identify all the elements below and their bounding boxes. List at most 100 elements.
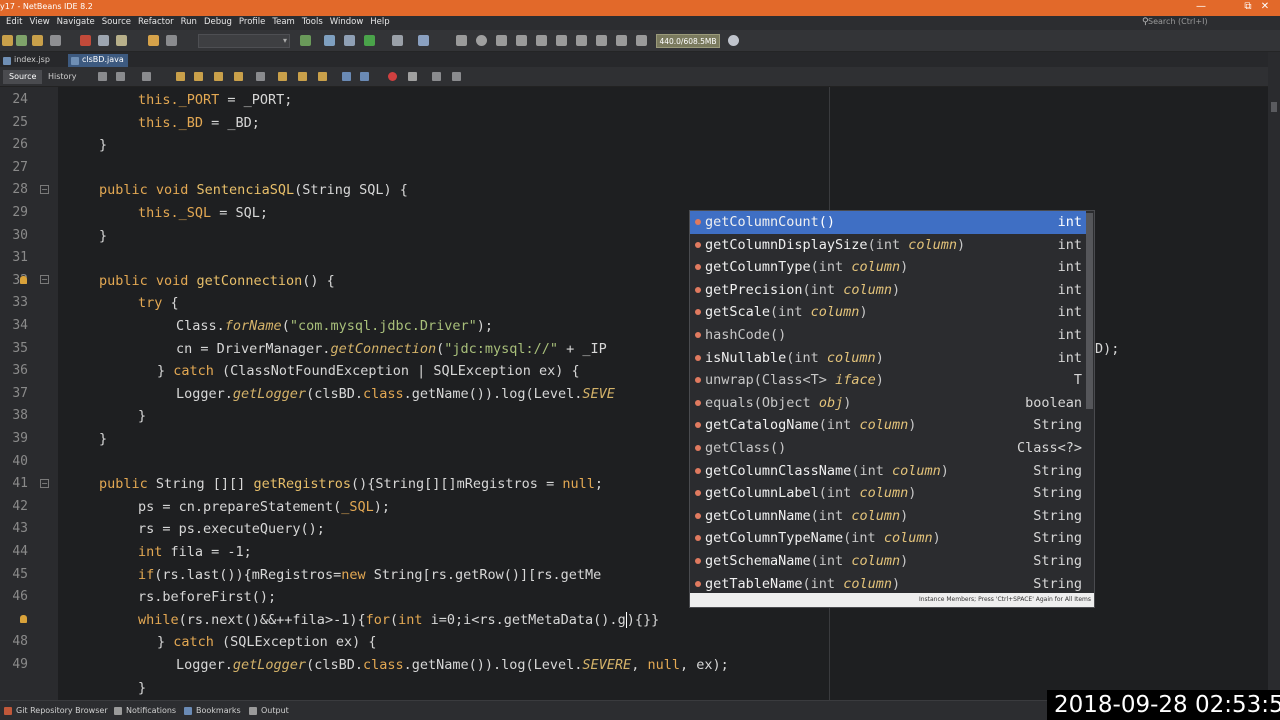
next-bookmark-icon[interactable] [298,72,307,81]
menu-help[interactable]: Help [370,17,389,27]
record-icon[interactable] [476,35,487,46]
menu-tools[interactable]: Tools [302,17,323,27]
editor-scrollbar[interactable] [1268,52,1280,700]
tab-clsbd-java[interactable]: clsBD.java [68,54,128,67]
minimize-button[interactable]: — [1186,1,1216,15]
stop-macro-icon[interactable] [408,72,417,81]
redo-icon[interactable] [166,35,177,46]
tool-icon-2[interactable] [516,35,527,46]
tool-icon-3[interactable] [536,35,547,46]
shift-right-icon[interactable] [360,72,369,81]
completion-item[interactable]: getColumnType(int column) int [690,256,1086,279]
completion-item[interactable]: getTableName(int column) String [690,573,1086,596]
source-tab[interactable]: Source [3,70,43,84]
profile-icon[interactable] [418,35,429,46]
uncomment-icon[interactable] [452,72,461,81]
line-number: 29 [12,205,28,220]
menu-view[interactable]: View [29,17,49,27]
find-next-icon[interactable] [214,72,223,81]
previous-bookmark-icon[interactable] [278,72,287,81]
git-repository-browser-button[interactable]: Git Repository Browser [4,706,108,715]
open-project-icon[interactable] [32,35,43,46]
menu-run[interactable]: Run [181,17,197,27]
completion-item[interactable]: getColumnDisplaySize(int column) int [690,234,1086,257]
method-icon [695,422,701,429]
menu-navigate[interactable]: Navigate [57,17,95,27]
find-previous-icon[interactable] [194,72,203,81]
forward-icon[interactable] [142,72,151,81]
tool-icon-8[interactable] [636,35,647,46]
debug-icon[interactable] [392,35,403,46]
cut-icon[interactable] [80,35,91,46]
shift-left-icon[interactable] [342,72,351,81]
notifications-button[interactable]: Notifications [114,706,176,715]
configuration-select[interactable]: ▾ [198,34,290,48]
completion-item[interactable]: getColumnCount() int [690,211,1086,234]
scrollbar-thumb[interactable] [1271,102,1277,112]
completion-item[interactable]: getColumnLabel(int column) String [690,482,1086,505]
menu-debug[interactable]: Debug [204,17,232,27]
menu-source[interactable]: Source [102,17,131,27]
undo-icon[interactable] [148,35,159,46]
tool-icon-7[interactable] [616,35,627,46]
memory-indicator[interactable]: 440.0/608.5MB [656,34,720,48]
menu-team[interactable]: Team [272,17,294,27]
comment-icon[interactable] [432,72,441,81]
menu-edit[interactable]: Edit [6,17,22,27]
find-selection-icon[interactable] [176,72,185,81]
completion-item[interactable]: isNullable(int column) int [690,347,1086,370]
build-icon[interactable] [324,35,335,46]
completion-item[interactable]: getColumnName(int column) String [690,505,1086,528]
line-number: 48 [12,634,28,650]
completion-item[interactable]: getColumnTypeName(int column) String [690,527,1086,550]
completion-item[interactable]: hashCode() int [690,324,1086,347]
completion-item[interactable]: getCatalogName(int column) String [690,414,1086,437]
toggle-rect-selection-icon[interactable] [256,72,265,81]
menu-profile[interactable]: Profile [239,17,265,27]
completion-item[interactable]: equals(Object obj) boolean [690,392,1086,415]
hint-bulb-icon[interactable] [20,276,27,284]
run-icon[interactable] [364,35,375,46]
target-icon[interactable] [300,35,311,46]
last-edit-icon[interactable] [98,72,107,81]
gc-icon[interactable] [728,35,739,46]
start-macro-icon[interactable] [388,72,397,81]
tool-icon-4[interactable] [556,35,567,46]
menu-window[interactable]: Window [330,17,364,27]
fold-toggle[interactable]: − [40,275,49,284]
completion-item[interactable]: getColumnClassName(int column) String [690,460,1086,483]
new-project-icon[interactable] [2,35,13,46]
code-line-46: rs.beforeFirst(); [138,589,277,606]
line-number: 46 [12,589,28,605]
code-completion-popup[interactable]: getColumnCount() int getColumnDisplaySize… [689,210,1095,608]
fold-toggle[interactable]: − [40,185,49,194]
toggle-highlight-icon[interactable] [234,72,243,81]
line-number: 49 [12,657,28,672]
history-tab[interactable]: History [42,70,82,84]
clean-build-icon[interactable] [344,35,355,46]
output-button[interactable]: Output [249,706,289,715]
tool-icon-1[interactable] [496,35,507,46]
toggle-bookmark-icon[interactable] [318,72,327,81]
completion-item[interactable]: getScale(int column) int [690,301,1086,324]
fold-toggle[interactable]: − [40,479,49,488]
paste-icon[interactable] [116,35,127,46]
bookmarks-button[interactable]: Bookmarks [184,706,241,715]
stop-icon[interactable] [456,35,467,46]
tab-index-jsp[interactable]: index.jsp [0,54,54,67]
new-file-icon[interactable] [16,35,27,46]
save-all-icon[interactable] [50,35,61,46]
search-input[interactable]: Search (Ctrl+I) [1148,17,1278,29]
completion-item[interactable]: getSchemaName(int column) String [690,550,1086,573]
completion-scrollbar[interactable] [1086,213,1093,409]
copy-icon[interactable] [98,35,109,46]
completion-item[interactable]: unwrap(Class<T> iface) T [690,369,1086,392]
back-icon[interactable] [116,72,125,81]
error-hint-icon[interactable] [20,615,27,623]
tool-icon-5[interactable] [576,35,587,46]
completion-item[interactable]: getPrecision(int column) int [690,279,1086,302]
close-button[interactable]: ✕ [1250,1,1280,15]
tool-icon-6[interactable] [596,35,607,46]
menu-refactor[interactable]: Refactor [138,17,174,27]
completion-item[interactable]: getClass() Class<?> [690,437,1086,460]
